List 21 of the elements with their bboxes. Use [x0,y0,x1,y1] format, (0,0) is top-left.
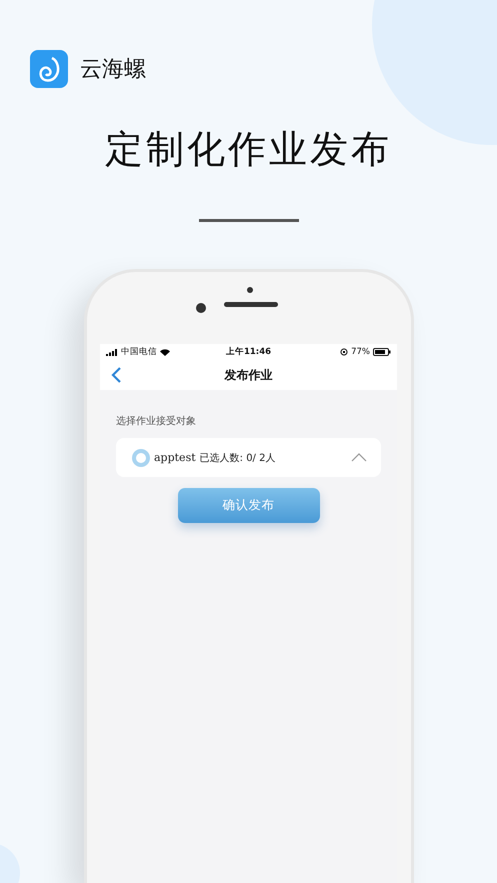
lock-rotation-icon [340,348,348,356]
nav-title: 发布作业 [224,366,272,384]
avatar-icon [132,448,150,466]
app-logo-icon [30,50,68,88]
earpiece-speaker [224,302,278,307]
group-row[interactable]: apptest 已选人数: 0/ 2人 [116,438,381,477]
battery-percent: 77% [351,347,370,357]
brand-name: 云海螺 [80,56,146,84]
wifi-icon [160,348,170,356]
section-label: 选择作业接受对象 [116,414,197,428]
sensor-dot [246,287,252,293]
carrier-name: 中国电信 [121,346,157,358]
selected-count: 已选人数: 0/ 2人 [200,452,276,464]
back-button[interactable] [110,366,124,384]
signal-icon [106,348,118,356]
status-time: 上午11:46 [226,346,272,358]
front-camera [196,303,206,313]
battery-icon [373,348,391,356]
headline: 定制化作业发布 [105,126,392,173]
group-name: apptest [154,451,196,464]
chevron-up-icon[interactable] [351,453,367,462]
